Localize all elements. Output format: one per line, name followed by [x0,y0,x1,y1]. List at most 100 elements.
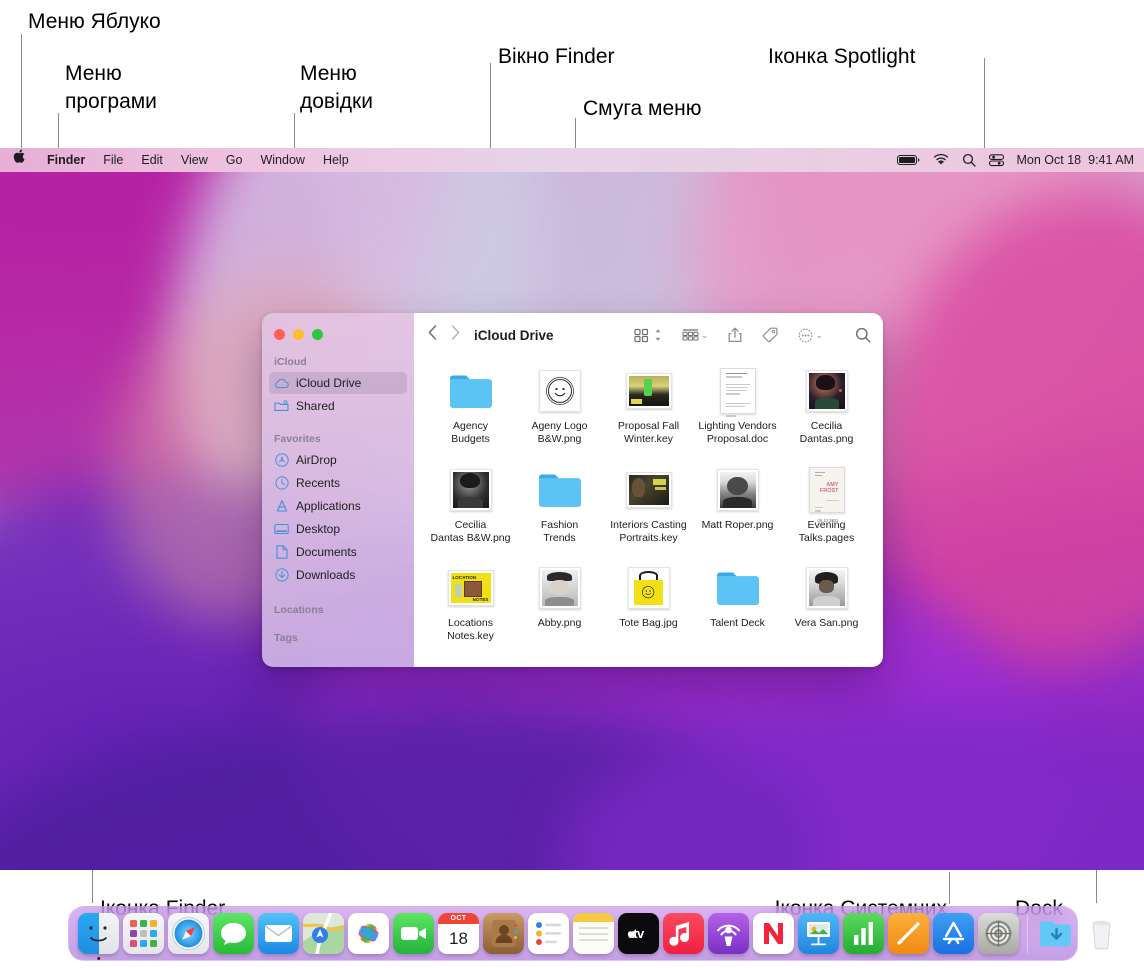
file-item[interactable]: Lighting Vendors Proposal.doc [695,361,780,460]
dock-item-finder[interactable] [78,913,119,960]
document-thumbnail [714,367,762,417]
file-item[interactable]: Interiors Casting Portraits.key [606,460,691,559]
contacts-icon[interactable] [483,913,524,954]
sidebar-label: Applications [296,499,361,513]
reminders-icon[interactable] [528,913,569,954]
minimize-button[interactable] [293,329,304,340]
sidebar-item-desktop[interactable]: Desktop [269,518,407,540]
keynote-icon[interactable] [798,913,839,954]
numbers-icon[interactable] [843,913,884,954]
sidebar-item-applications[interactable]: Applications [269,495,407,517]
annotation-menu-bar: Смуга меню [583,97,702,120]
notes-icon[interactable] [573,913,614,954]
file-label: Locations Notes.key [447,617,494,643]
finder-window[interactable]: iCloud iCloud Drive Shared Favorites Air… [262,313,883,667]
pages-icon[interactable] [888,913,929,954]
file-label: Matt Roper.png [701,518,774,531]
zoom-button[interactable] [312,329,323,340]
window-controls [262,323,414,340]
screenshot-root: Меню Яблуко Меню програми Меню довідки В… [0,0,1144,968]
desktop-icon [274,522,289,537]
music-icon[interactable] [663,913,704,954]
file-item[interactable]: Fashion Trends [517,460,602,559]
sidebar-label: AirDrop [296,453,337,467]
menu-window[interactable]: Window [251,148,313,172]
battery-icon[interactable] [896,154,920,166]
document-thumbnail: AMY FROST 06.10.2021 [803,466,851,523]
more-actions-icon[interactable]: ⌄ [798,328,823,343]
finder-main: iCloud Drive ⌄ ⌄ Agency Budgets Ageny Lo… [414,313,883,667]
facetime-icon[interactable] [393,913,434,954]
menu-edit[interactable]: Edit [132,148,172,172]
file-item[interactable]: Ageny Logo B&W.png [517,361,602,460]
shared-folder-icon [274,399,289,414]
file-label: Agency Budgets [451,420,490,446]
sidebar-header-tags: Tags [274,632,298,644]
share-icon[interactable] [728,327,742,343]
safari-icon[interactable] [168,913,209,954]
document-icon [274,545,289,560]
tag-icon[interactable] [762,327,778,343]
search-icon[interactable] [855,327,871,343]
menu-go[interactable]: Go [217,148,252,172]
file-item[interactable]: Agency Budgets [428,361,513,460]
downloads-stack-icon[interactable] [1036,913,1077,954]
file-item[interactable]: Vera San.png [784,558,869,657]
file-item[interactable]: AMY FROST 06.10.2021 Evening Talks.pages [784,460,869,559]
file-label: Cecilia Dantas.png [799,420,854,446]
file-label: Abby.png [537,617,582,630]
image-thumbnail [803,367,851,415]
image-thumbnail: LOCATION NOTES [447,564,495,612]
mail-icon[interactable] [258,913,299,954]
apple-logo-icon[interactable] [10,148,38,172]
file-item[interactable]: Tote Bag.jpg [606,558,691,657]
chevron-down-icon: ⌄ [815,329,823,340]
sidebar-item-airdrop[interactable]: AirDrop [269,449,407,471]
launchpad-icon[interactable] [123,913,164,954]
sidebar-header-favorites: Favorites [274,433,321,445]
file-label: Talent Deck [710,617,765,630]
chevron-right-icon[interactable] [451,325,460,345]
system-preferences-icon[interactable] [978,913,1019,954]
sidebar-item-documents[interactable]: Documents [269,541,407,563]
menu-help[interactable]: Help [314,148,358,172]
menubar-clock[interactable]: Mon Oct 18 9:41 AM [1017,153,1135,167]
messages-icon[interactable] [213,913,254,954]
calendar-icon[interactable]: OCT 18 [438,913,479,954]
file-item[interactable]: Talent Deck [695,558,780,657]
sidebar-item-shared[interactable]: Shared [269,395,407,417]
file-item[interactable]: Proposal Fall Winter.key [606,361,691,460]
spotlight-search-icon[interactable] [962,153,976,167]
appletv-icon[interactable]: tv [618,913,659,954]
group-by-icon[interactable]: ⌄ [682,328,708,343]
file-item[interactable]: LOCATION NOTES Locations Notes.key [428,558,513,657]
image-thumbnail [625,367,673,415]
chevron-left-icon[interactable] [428,325,437,345]
wifi-icon[interactable] [933,154,949,166]
file-item[interactable]: Cecilia Dantas.png [784,361,869,460]
photos-icon[interactable] [348,913,389,954]
sidebar-item-downloads[interactable]: Downloads [269,564,407,586]
file-label: Vera San.png [794,617,859,630]
news-icon[interactable] [753,913,794,954]
menu-view[interactable]: View [172,148,217,172]
leader-app-menu [58,113,59,152]
menu-finder[interactable]: Finder [38,148,94,172]
appstore-icon[interactable] [933,913,974,954]
trash-icon[interactable] [1081,913,1122,954]
file-item[interactable]: Matt Roper.png [695,460,780,559]
maps-icon[interactable] [303,913,344,954]
control-center-icon[interactable] [988,153,1004,167]
file-item[interactable]: Abby.png [517,558,602,657]
sidebar-item-recents[interactable]: Recents [269,472,407,494]
menu-file[interactable]: File [94,148,132,172]
airdrop-icon [274,453,289,468]
menubar-time: 9:41 AM [1088,153,1134,167]
icon-view-icon[interactable] [634,328,662,343]
sidebar-label: Shared [296,399,335,413]
file-item[interactable]: Cecilia Dantas B&W.png [428,460,513,559]
sidebar-item-icloud-drive[interactable]: iCloud Drive [269,372,407,394]
close-button[interactable] [274,329,285,340]
podcasts-icon[interactable] [708,913,749,954]
menubar-date: Mon Oct 18 [1016,153,1082,167]
